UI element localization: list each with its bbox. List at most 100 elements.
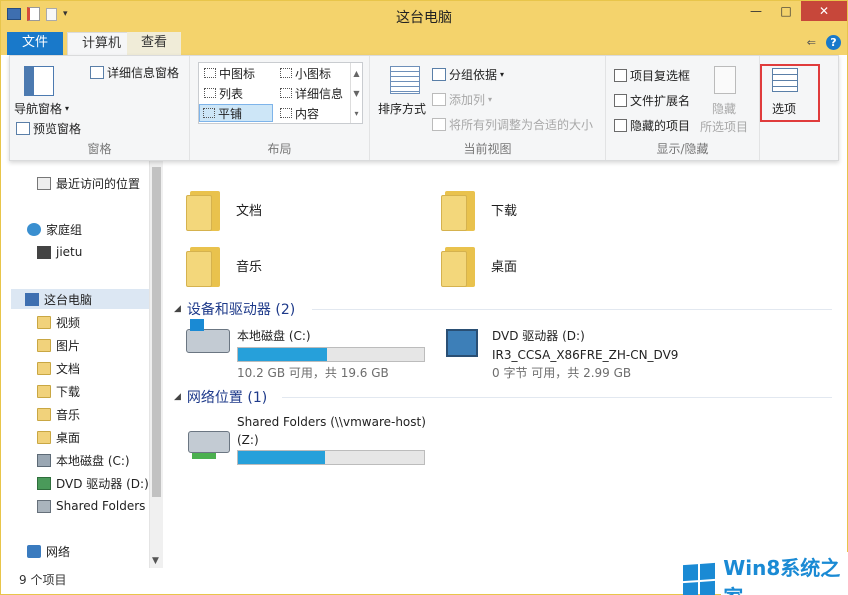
navigation-pane: 最近访问的位置 家庭组 jietu 这台电脑 视频 图片 文档 下载 音乐 桌面… [9, 161, 161, 568]
nav-item-documents[interactable]: 文档 [37, 358, 80, 378]
layout-details[interactable]: 详细信息 [277, 84, 346, 102]
nav-label: 音乐 [56, 407, 81, 422]
hide-selected-label: 隐藏 [712, 102, 737, 116]
add-columns-icon [432, 93, 446, 106]
drive-name: Shared Folders (\\vmware-host) [237, 415, 426, 429]
scroll-down-icon[interactable]: ▼ [152, 556, 159, 566]
file-extensions-toggle[interactable]: 文件扩展名 [614, 92, 690, 109]
collapse-icon[interactable]: ◢ [174, 304, 181, 314]
sort-by-button[interactable]: 排序方式 [378, 100, 426, 117]
maximize-button[interactable]: □ [771, 1, 801, 21]
group-label-show-hide: 显示/隐藏 [656, 142, 709, 156]
drive-usage-bar [237, 347, 425, 362]
nav-item-network[interactable]: 网络 [27, 541, 70, 561]
layout-gallery-scroll[interactable]: ▲ ▼ ▾ [350, 63, 362, 123]
nav-scrollbar[interactable]: ▼ [149, 161, 163, 568]
options-highlight-box [760, 64, 820, 122]
nav-item-shared-folders[interactable]: Shared Folders [37, 496, 145, 516]
nav-item-this-pc[interactable]: 这台电脑 [11, 289, 149, 309]
item-checkboxes-checkbox[interactable] [614, 69, 627, 82]
group-show-hide: 项目复选框 文件扩展名 隐藏的项目 隐藏 所选项目 显示/隐藏 [606, 56, 760, 160]
layout-medium-icons[interactable]: 中图标 [201, 64, 258, 82]
drive-d[interactable]: DVD 驱动器 (D:) IR3_CCSA_X86FRE_ZH-CN_DV9 0… [492, 327, 678, 381]
section-divider [312, 309, 832, 310]
minimize-button[interactable]: — [741, 1, 771, 21]
hidden-items-toggle[interactable]: 隐藏的项目 [614, 117, 690, 134]
details-icon [280, 88, 292, 98]
drive-z[interactable]: Shared Folders (\\vmware-host) (Z:) [237, 415, 426, 465]
item-checkboxes-toggle[interactable]: 项目复选框 [614, 67, 690, 84]
nav-item-homegroup[interactable]: 家庭组 [27, 219, 82, 239]
ribbon-view: 导航窗格 ▾ 预览窗格 详细信息窗格 窗格 布局 中图标 小图标 列表 详细信息 … [9, 55, 839, 161]
nav-pane-icon [24, 66, 54, 96]
nav-item-downloads[interactable]: 下载 [37, 381, 80, 401]
nav-label: 图片 [56, 338, 81, 353]
tab-view[interactable]: 查看 [127, 32, 182, 55]
hide-selected-icon [714, 66, 736, 94]
folder-music[interactable]: 音乐 [186, 243, 262, 287]
hard-drive-icon [186, 329, 230, 353]
layout-gallery: 中图标 小图标 列表 详细信息 平铺 内容 ▲ ▼ ▾ [198, 62, 363, 124]
nav-item-music[interactable]: 音乐 [37, 404, 80, 424]
close-button[interactable]: ✕ [801, 1, 847, 21]
section-network[interactable]: ◢ 网络位置 (1) [174, 387, 267, 407]
add-columns-button[interactable]: 添加列 ▾ [432, 91, 492, 108]
group-by-button[interactable]: 分组依据 ▾ [432, 66, 504, 83]
folder-desktop[interactable]: 桌面 [441, 243, 517, 287]
nav-item-desktop[interactable]: 桌面 [37, 427, 80, 447]
nav-pane-button[interactable]: 导航窗格 ▾ [14, 100, 69, 117]
tab-file[interactable]: 文件 [7, 32, 64, 55]
group-by-dropdown-icon: ▾ [500, 70, 505, 79]
section-divider [282, 397, 832, 398]
nav-label: 这台电脑 [44, 292, 93, 307]
nav-item-pictures[interactable]: 图片 [37, 335, 80, 355]
documents-folder-icon [186, 187, 220, 231]
nav-item-local-disk[interactable]: 本地磁盘 (C:) [37, 450, 130, 470]
nav-pane-label: 导航窗格 [14, 102, 63, 116]
size-columns-icon [432, 118, 446, 131]
watermark-text: Win8系统之家 [721, 552, 848, 595]
drive-c[interactable]: 本地磁盘 (C:) 10.2 GB 可用，共 19.6 GB [237, 327, 425, 381]
section-title: 设备和驱动器 (2) [186, 302, 296, 318]
nav-label: 视频 [56, 315, 81, 330]
network-drive-icon [188, 431, 230, 453]
nav-item-dvd[interactable]: DVD 驱动器 (D:) [37, 473, 149, 493]
scroll-down-icon[interactable]: ▼ [353, 89, 359, 98]
tab-computer[interactable]: 计算机 [67, 32, 137, 55]
hidden-items-checkbox[interactable] [614, 119, 627, 132]
section-devices[interactable]: ◢ 设备和驱动器 (2) [174, 299, 295, 319]
nav-item-videos[interactable]: 视频 [37, 312, 80, 332]
layout-label: 内容 [295, 106, 320, 121]
layout-small-icons[interactable]: 小图标 [277, 64, 334, 82]
network-icon [27, 544, 41, 558]
folder-downloads[interactable]: 下载 [441, 187, 517, 231]
layout-list[interactable]: 列表 [201, 84, 246, 102]
hide-selected-button[interactable]: 隐藏 [712, 100, 736, 117]
collapse-icon[interactable]: ◢ [174, 392, 181, 402]
layout-content[interactable]: 内容 [277, 104, 322, 122]
hide-selected-label-2: 所选项目 [700, 120, 749, 134]
nav-scroll-thumb[interactable] [152, 167, 161, 497]
preview-pane-button[interactable]: 预览窗格 [16, 120, 81, 137]
nav-label: 文档 [56, 361, 81, 376]
nav-item-recent[interactable]: 最近访问的位置 [37, 173, 140, 193]
folder-label: 音乐 [236, 259, 263, 275]
folder-label: 下载 [491, 203, 518, 219]
nav-label: 家庭组 [46, 222, 83, 237]
file-extensions-checkbox[interactable] [614, 94, 627, 107]
drive-info: 10.2 GB 可用，共 19.6 GB [237, 366, 389, 380]
drive-usage-fill [238, 451, 326, 464]
section-title: 网络位置 (1) [186, 390, 268, 406]
layout-tiles[interactable]: 平铺 [199, 104, 273, 122]
size-columns-button[interactable]: 将所有列调整为合适的大小 [432, 116, 593, 133]
group-label-panes: 窗格 [87, 142, 112, 156]
scroll-up-icon[interactable]: ▲ [353, 69, 359, 78]
nav-item-user[interactable]: jietu [37, 242, 82, 262]
help-icon[interactable]: ? [826, 35, 841, 50]
group-by-label: 分组依据 [449, 68, 498, 82]
pin-ribbon-icon[interactable]: ⇐ [807, 36, 816, 49]
explorer-window: ▾ 这台电脑 — □ ✕ 文件 计算机 查看 ⇐ ? 导航窗格 ▾ 预览窗格 详细… [0, 0, 848, 595]
details-pane-button[interactable]: 详细信息窗格 [90, 64, 179, 81]
gallery-expand-icon[interactable]: ▾ [354, 109, 358, 118]
folder-documents[interactable]: 文档 [186, 187, 262, 231]
